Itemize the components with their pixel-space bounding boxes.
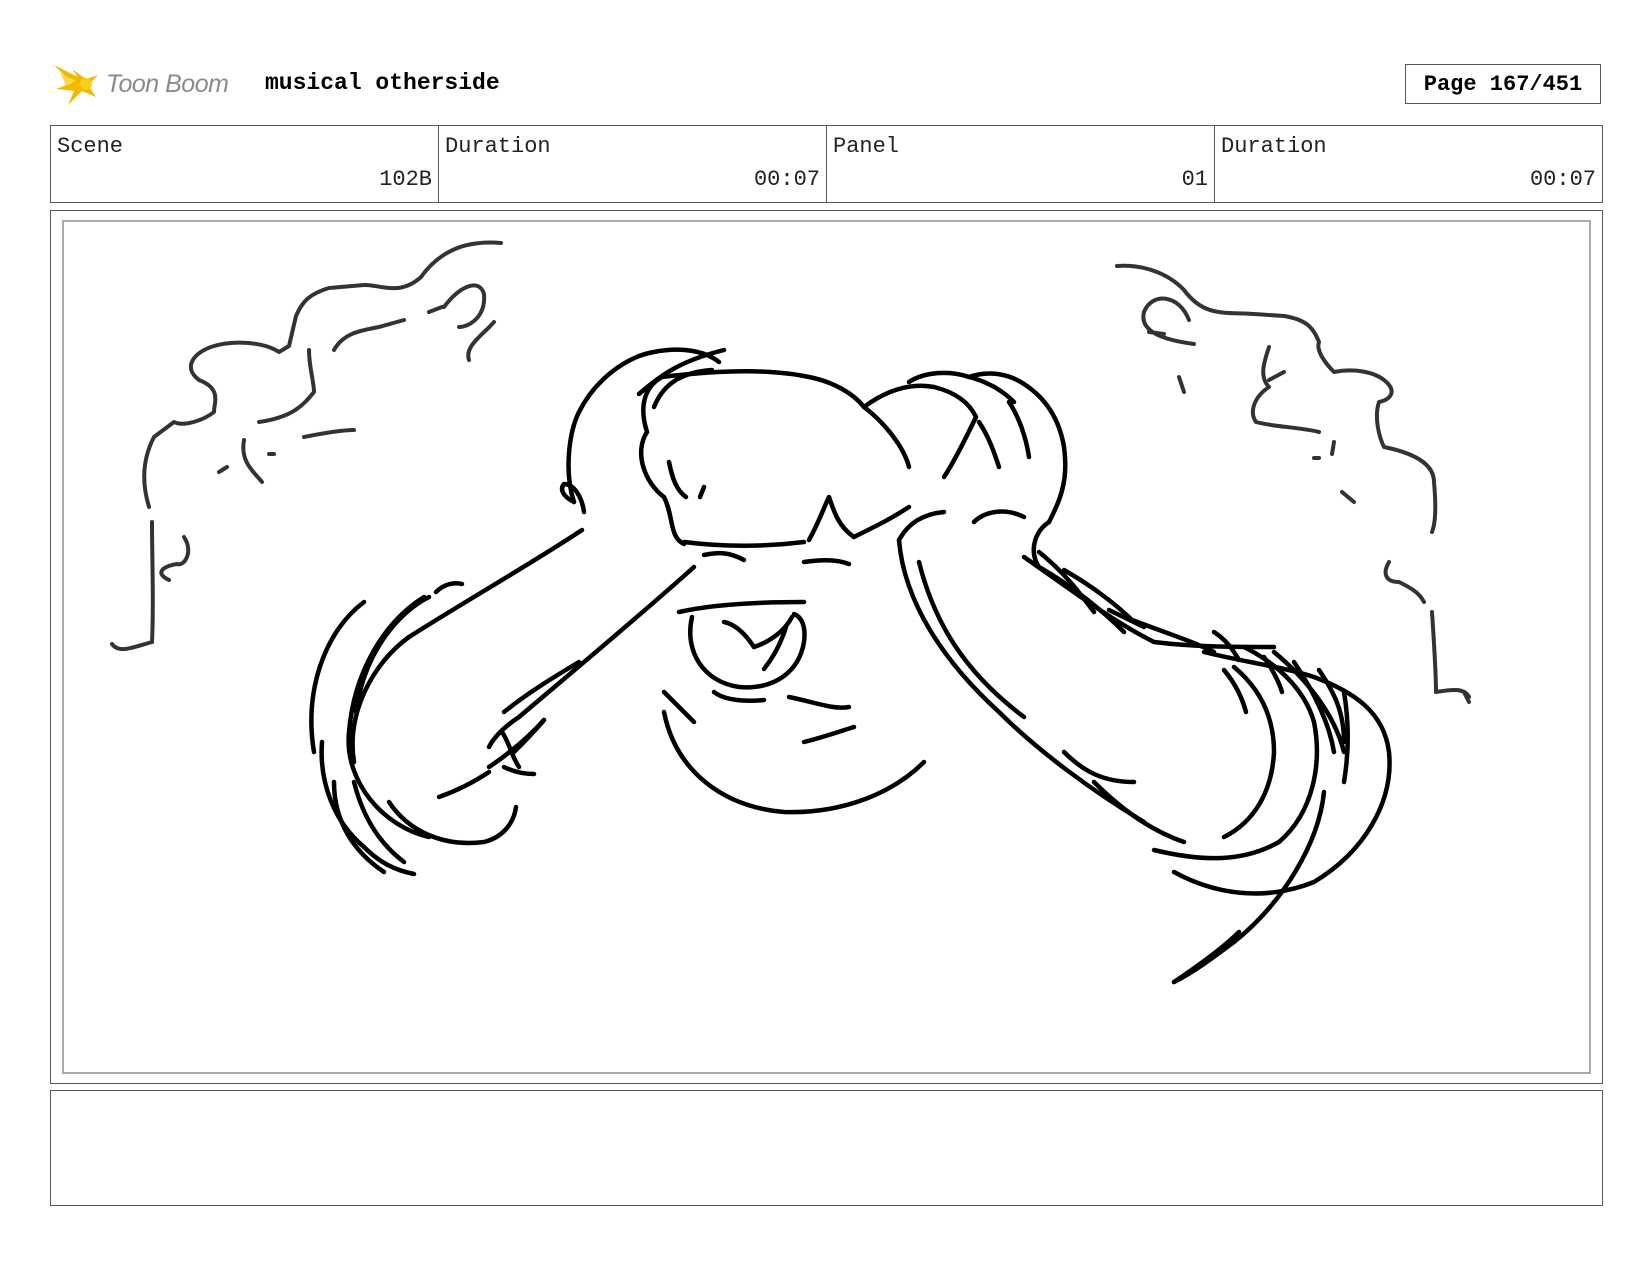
panel-duration-label: Duration — [1221, 134, 1327, 159]
panel-label: Panel — [833, 134, 900, 159]
storyboard-sketch — [110, 240, 1471, 985]
logo-text: Toon Boom — [106, 69, 229, 98]
scene-duration-value: 00:07 — [753, 167, 820, 192]
character-figure — [309, 347, 1392, 985]
project-title: musical otherside — [265, 70, 500, 96]
toon-boom-logo: Toon Boom — [52, 56, 229, 112]
smoke-right — [1115, 263, 1471, 704]
page-indicator: Page 167/451 — [1405, 64, 1601, 104]
scene-duration-cell: Duration 00:07 — [439, 126, 827, 202]
panel-image-area — [62, 220, 1591, 1074]
panel-frame — [50, 210, 1603, 1084]
scene-value: 102B — [379, 167, 432, 192]
panel-duration-cell: Duration 00:07 — [1215, 126, 1602, 202]
dialogue-notes-box — [50, 1090, 1603, 1206]
scene-info-table: Scene 102B Duration 00:07 Panel 01 Durat… — [50, 125, 1603, 203]
panel-duration-value: 00:07 — [1529, 167, 1596, 192]
scene-cell: Scene 102B — [51, 126, 439, 202]
panel-value: 01 — [1181, 167, 1208, 192]
panel-cell: Panel 01 — [827, 126, 1215, 202]
toon-boom-star-icon — [54, 65, 98, 105]
scene-duration-label: Duration — [445, 134, 551, 159]
scene-label: Scene — [57, 134, 124, 159]
